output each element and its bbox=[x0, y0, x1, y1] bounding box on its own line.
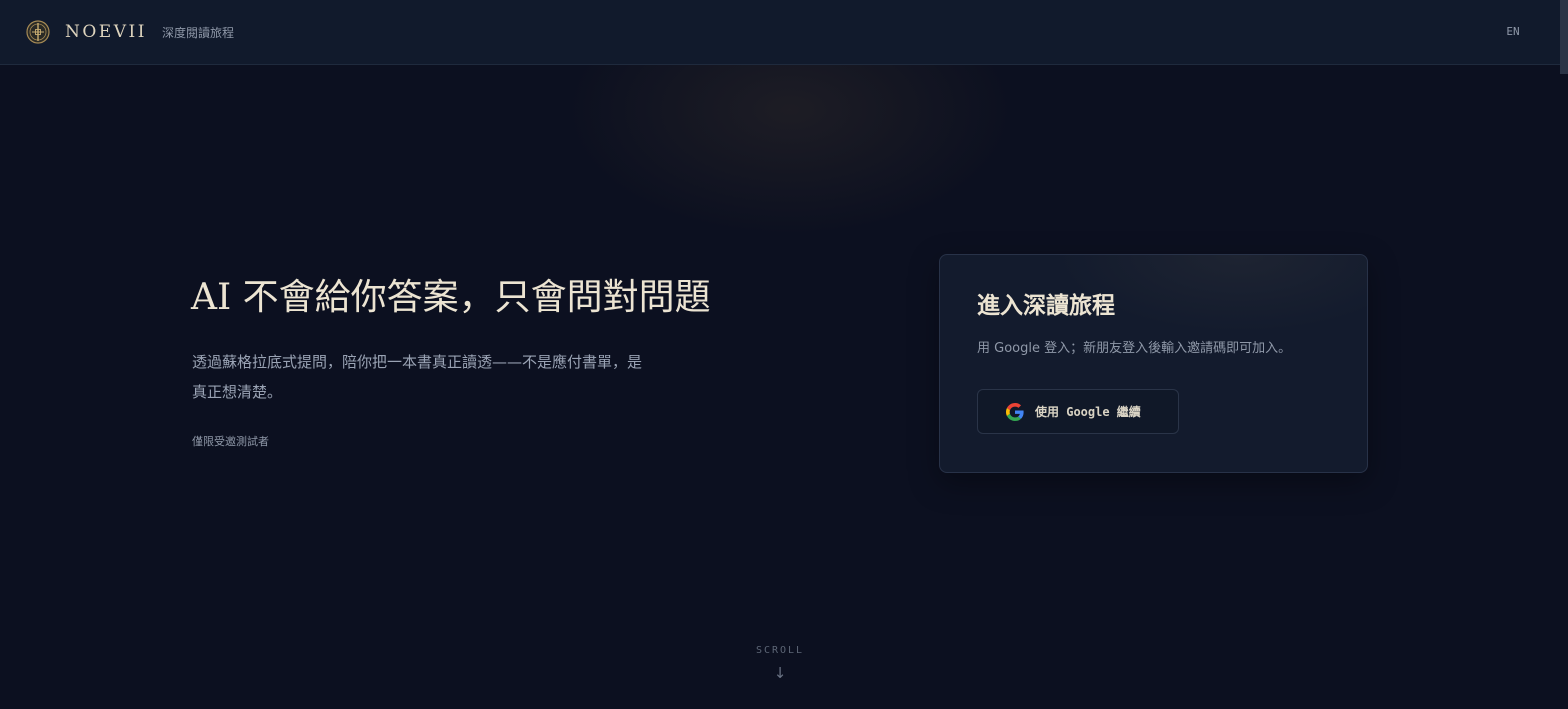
google-logo-icon bbox=[1006, 403, 1024, 421]
scroll-hint-label: SCROLL bbox=[755, 645, 805, 656]
top-header: NOEVII 深度閱讀旅程 EN bbox=[0, 0, 1568, 65]
landing-page: NOEVII 深度閱讀旅程 EN AI 不會給你答案，只會問對問題 透過蘇格拉底… bbox=[0, 0, 1568, 709]
login-card-title: 進入深讀旅程 bbox=[977, 293, 1115, 319]
language-toggle-button[interactable]: EN bbox=[1499, 24, 1527, 40]
login-card: 進入深讀旅程 用 Google 登入；新朋友登入後輸入邀請碼即可加入。 使用 G… bbox=[939, 254, 1368, 473]
brand-name[interactable]: NOEVII bbox=[65, 21, 147, 43]
brand-subtitle: 深度閱讀旅程 bbox=[162, 26, 235, 40]
arrow-down-icon[interactable]: ↓ bbox=[740, 663, 820, 683]
google-button-label: 使用 Google 繼續 bbox=[1035, 405, 1141, 419]
emblem-logo-icon[interactable] bbox=[26, 20, 50, 44]
google-sign-in-button[interactable]: 使用 Google 繼續 bbox=[977, 389, 1179, 434]
page-scrollbar[interactable] bbox=[1560, 0, 1568, 74]
invite-only-note: 僅限受邀測試者 bbox=[192, 435, 269, 448]
login-card-description: 用 Google 登入；新朋友登入後輸入邀請碼即可加入。 bbox=[977, 341, 1292, 356]
hero-title: AI 不會給你答案，只會問對問題 bbox=[191, 277, 711, 318]
hero-description: 透過蘇格拉底式提問，陪你把一本書真正讀透——不是應付書單，是真正想清楚。 bbox=[192, 353, 643, 401]
